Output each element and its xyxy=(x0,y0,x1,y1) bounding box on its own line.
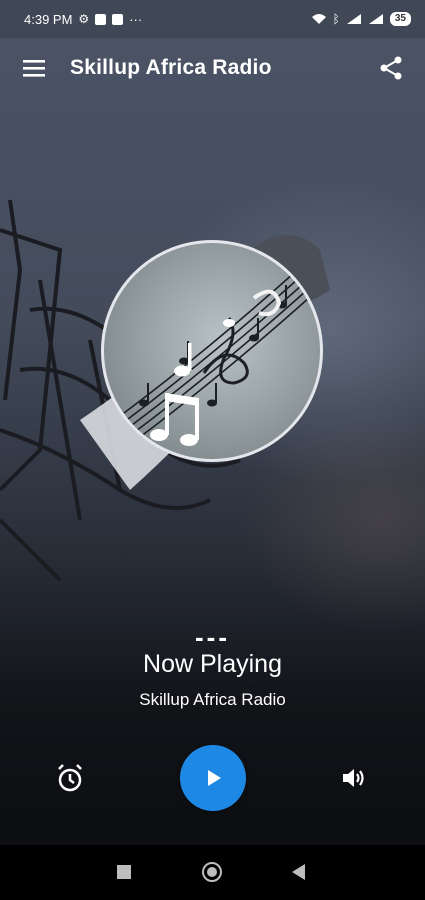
play-button[interactable] xyxy=(180,745,246,811)
wifi-icon xyxy=(311,14,326,24)
album-artwork xyxy=(101,240,323,462)
station-name: Skillup Africa Radio xyxy=(139,690,286,709)
music-notes-image xyxy=(123,272,311,446)
bluetooth-icon: ᛒ xyxy=(332,12,340,26)
track-title: --- xyxy=(195,622,230,652)
signal-icon-2 xyxy=(368,14,383,24)
news-icon xyxy=(112,13,124,25)
status-time: 4:39 PM xyxy=(24,11,73,27)
battery-icon: 35 xyxy=(389,12,411,26)
gear-icon: ⚙ xyxy=(78,12,90,26)
home-button[interactable] xyxy=(202,862,222,882)
signal-icon xyxy=(346,14,361,24)
player-controls xyxy=(0,738,425,820)
hamburger-menu-icon[interactable] xyxy=(18,52,50,84)
play-icon xyxy=(208,770,221,786)
alarm-clock-icon[interactable] xyxy=(52,760,88,796)
volume-icon[interactable] xyxy=(336,760,372,796)
more-notifications: ··· xyxy=(129,11,143,27)
share-icon[interactable] xyxy=(375,52,407,84)
app-title: Skillup Africa Radio xyxy=(70,56,272,79)
status-bar: 4:39 PM ⚙ ··· ᛒ 35 xyxy=(0,0,425,38)
recents-button[interactable] xyxy=(117,865,131,879)
b-icon xyxy=(95,13,107,25)
now-playing-label: Now Playing xyxy=(143,650,282,678)
system-navigation-bar xyxy=(0,845,425,900)
app-bar: Skillup Africa Radio xyxy=(0,38,425,98)
back-button[interactable] xyxy=(292,864,305,880)
